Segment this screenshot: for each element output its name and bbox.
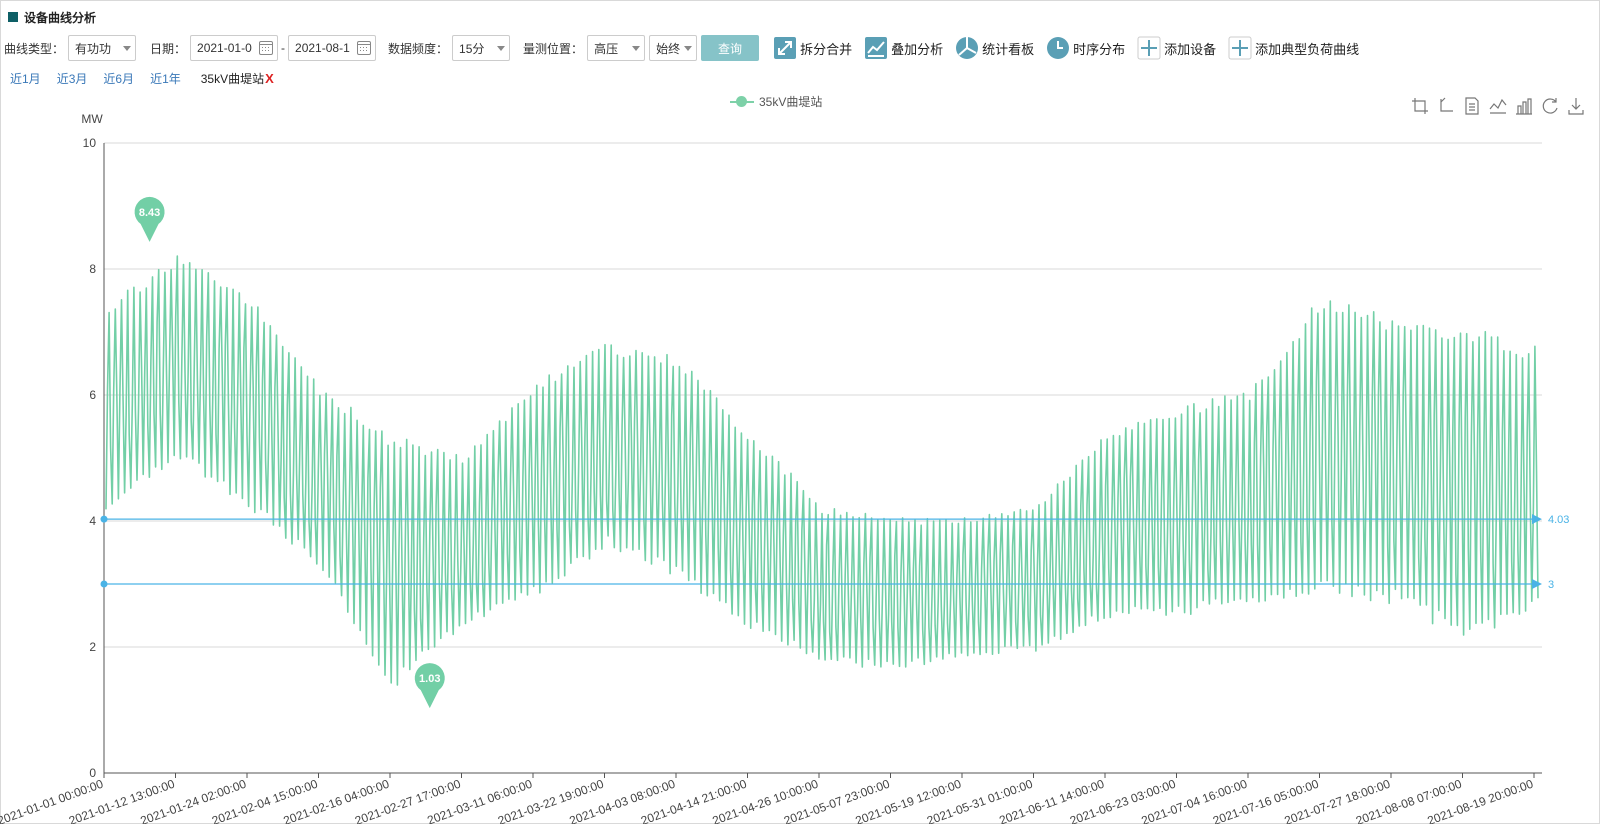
y-tick-label: 4 bbox=[89, 514, 96, 528]
mark-line-start-dot bbox=[100, 580, 108, 588]
mark-point-pin: 8.43 bbox=[134, 196, 165, 242]
series-line bbox=[105, 255, 1539, 686]
y-tick-label: 8 bbox=[89, 262, 96, 276]
y-tick-label: 10 bbox=[83, 136, 97, 150]
mark-point-label: 8.43 bbox=[139, 207, 160, 219]
y-tick-label: 2 bbox=[89, 640, 96, 654]
mark-point-shape bbox=[134, 196, 165, 242]
mark-point-label: 1.03 bbox=[419, 673, 440, 685]
mark-line-start-dot bbox=[100, 515, 108, 523]
mark-point-pin: 1.03 bbox=[414, 663, 445, 709]
mark-point-shape bbox=[414, 663, 445, 709]
mark-line-label: 3 bbox=[1548, 579, 1554, 591]
chart-canvas[interactable]: 0246810MW2021-01-01 00:00:002021-01-12 1… bbox=[0, 0, 1600, 824]
y-axis-title: MW bbox=[81, 112, 103, 126]
y-tick-label: 6 bbox=[89, 388, 96, 402]
mark-line-label: 4.03 bbox=[1548, 514, 1569, 526]
